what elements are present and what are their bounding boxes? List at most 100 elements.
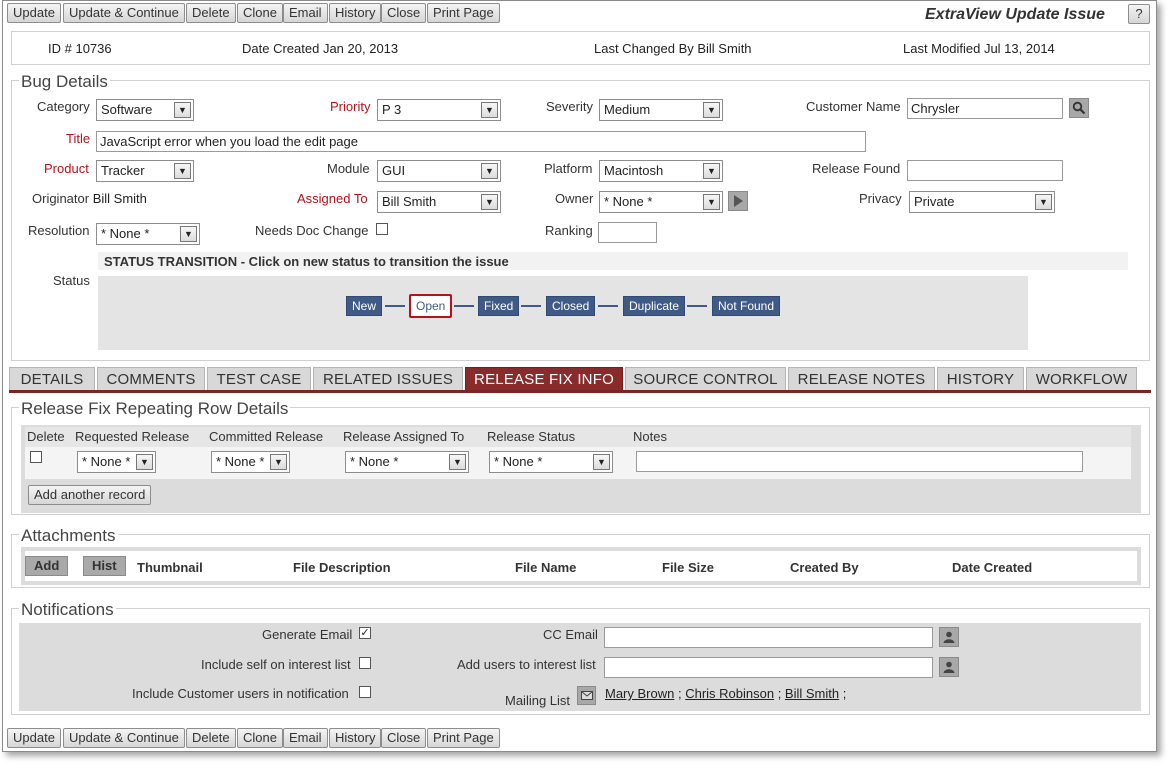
- delete-button[interactable]: Delete: [186, 728, 236, 748]
- chevron-down-icon: ▼: [481, 194, 498, 210]
- resolution-label: Resolution: [28, 223, 90, 238]
- help-button[interactable]: ?: [1128, 4, 1150, 24]
- committed-release-select[interactable]: * None * ▼: [211, 451, 290, 473]
- mailing-list-user-link[interactable]: Bill Smith: [785, 686, 839, 701]
- delete-row-checkbox[interactable]: [30, 451, 42, 463]
- generate-email-checkbox[interactable]: ✓: [359, 627, 371, 639]
- include-self-label: Include self on interest list: [201, 657, 351, 672]
- tab-source-control[interactable]: SOURCE CONTROL: [625, 367, 786, 390]
- priority-select[interactable]: P 3 ▼: [377, 99, 501, 121]
- status-closed[interactable]: Closed: [546, 296, 596, 316]
- privacy-select[interactable]: Private ▼: [909, 191, 1055, 213]
- col-release-assigned-to: Release Assigned To: [343, 429, 465, 444]
- issue-window: Update Update & Continue Delete Clone Em…: [2, 0, 1157, 752]
- severity-label: Severity: [546, 99, 593, 114]
- tab-workflow[interactable]: WORKFLOW: [1026, 367, 1137, 390]
- platform-select[interactable]: Macintosh ▼: [599, 160, 723, 182]
- tab-release-notes[interactable]: RELEASE NOTES: [788, 367, 935, 390]
- clone-button[interactable]: Clone: [237, 3, 283, 23]
- customer-name-label: Customer Name: [806, 99, 901, 114]
- customer-name-input[interactable]: Chrysler: [907, 98, 1063, 119]
- status-connector: [687, 305, 707, 307]
- close-button[interactable]: Close: [381, 728, 427, 748]
- release-found-input[interactable]: [907, 160, 1063, 181]
- search-icon[interactable]: [1069, 98, 1089, 118]
- resolution-select[interactable]: * None * ▼: [96, 223, 200, 245]
- status-transition-box: New Open Fixed Closed Duplicate Not Foun…: [98, 276, 1028, 350]
- chevron-down-icon: ▼: [703, 194, 720, 210]
- notes-input[interactable]: [636, 451, 1083, 472]
- play-arrow-icon[interactable]: [728, 191, 748, 211]
- update-button[interactable]: Update: [7, 728, 61, 748]
- update-continue-button[interactable]: Update & Continue: [63, 3, 185, 23]
- generate-email-label: Generate Email: [262, 627, 353, 642]
- ranking-input[interactable]: [598, 222, 657, 243]
- tab-test-case[interactable]: TEST CASE: [207, 367, 311, 390]
- print-page-button[interactable]: Print Page: [427, 3, 500, 23]
- email-button[interactable]: Email: [283, 728, 328, 748]
- bug-details-title: Bug Details: [19, 72, 110, 92]
- email-button[interactable]: Email: [283, 3, 328, 23]
- needs-doc-change-checkbox[interactable]: [376, 223, 388, 235]
- print-page-button[interactable]: Print Page: [427, 728, 500, 748]
- tab-details[interactable]: DETAILS: [9, 367, 95, 390]
- mail-icon[interactable]: [577, 686, 596, 705]
- history-button[interactable]: History: [329, 3, 382, 23]
- status-fixed[interactable]: Fixed: [478, 296, 520, 316]
- include-customer-checkbox[interactable]: [359, 686, 371, 698]
- update-button[interactable]: Update: [7, 3, 61, 23]
- chevron-down-icon: ▼: [593, 454, 610, 470]
- clone-button[interactable]: Clone: [237, 728, 283, 748]
- assigned-to-label: Assigned To: [297, 191, 368, 206]
- tab-comments[interactable]: COMMENTS: [97, 367, 205, 390]
- title-input[interactable]: JavaScript error when you load the edit …: [96, 131, 866, 152]
- release-fix-title: Release Fix Repeating Row Details: [19, 399, 291, 419]
- delete-button[interactable]: Delete: [186, 3, 236, 23]
- release-status-select[interactable]: * None * ▼: [489, 451, 613, 473]
- category-label: Category: [37, 99, 90, 114]
- status-open-current: Open: [409, 294, 453, 318]
- chevron-down-icon: ▼: [136, 454, 153, 470]
- notifications-title: Notifications: [19, 600, 116, 620]
- ranking-label: Ranking: [545, 223, 593, 238]
- module-select[interactable]: GUI ▼: [377, 160, 501, 182]
- release-assigned-to-select[interactable]: * None * ▼: [345, 451, 469, 473]
- notifications-box: Generate Email ✓ Include self on interes…: [19, 623, 1141, 711]
- user-picker-icon[interactable]: [939, 627, 959, 647]
- product-select[interactable]: Tracker ▼: [96, 160, 194, 182]
- history-button[interactable]: History: [329, 728, 382, 748]
- owner-select[interactable]: * None * ▼: [599, 191, 723, 213]
- table-row: * None * ▼ * None * ▼ * None * ▼ * None * ▼: [25, 447, 1131, 479]
- release-fix-table: Delete Requested Release Committed Relea…: [21, 425, 1141, 513]
- col-requested-release: Requested Release: [75, 429, 190, 444]
- date-created: Date Created Jan 20, 2013: [242, 41, 399, 56]
- status-not-found[interactable]: Not Found: [712, 296, 781, 316]
- owner-label: Owner: [555, 191, 594, 206]
- status-transition-header: STATUS TRANSITION - Click on new status …: [98, 252, 1128, 270]
- mailing-list-user-link[interactable]: Chris Robinson: [685, 686, 774, 701]
- user-picker-icon[interactable]: [939, 657, 959, 677]
- tab-release-fix-info[interactable]: RELEASE FIX INFO: [465, 367, 623, 390]
- mailing-list-user-link[interactable]: Mary Brown: [605, 686, 674, 701]
- assigned-to-select[interactable]: Bill Smith ▼: [377, 191, 501, 213]
- cc-email-input[interactable]: [604, 627, 933, 648]
- status-duplicate[interactable]: Duplicate: [623, 296, 686, 316]
- add-users-input[interactable]: [604, 657, 933, 678]
- col-delete: Delete: [27, 429, 65, 444]
- add-attachment-button[interactable]: Add: [25, 556, 69, 576]
- update-continue-button[interactable]: Update & Continue: [63, 728, 185, 748]
- add-another-record-button[interactable]: Add another record: [28, 485, 152, 505]
- tab-related-issues[interactable]: RELATED ISSUES: [313, 367, 463, 390]
- add-users-label: Add users to interest list: [457, 657, 596, 672]
- status-connector: [454, 305, 474, 307]
- attachment-history-button[interactable]: Hist: [83, 556, 126, 576]
- requested-release-select[interactable]: * None * ▼: [77, 451, 156, 473]
- chevron-down-icon: ▼: [703, 102, 720, 118]
- status-new[interactable]: New: [346, 296, 383, 316]
- include-self-checkbox[interactable]: [359, 657, 371, 669]
- category-select[interactable]: Software ▼: [96, 99, 194, 121]
- severity-select[interactable]: Medium ▼: [599, 99, 723, 121]
- chevron-down-icon: ▼: [703, 163, 720, 179]
- tab-history[interactable]: HISTORY: [937, 367, 1024, 390]
- close-button[interactable]: Close: [381, 3, 427, 23]
